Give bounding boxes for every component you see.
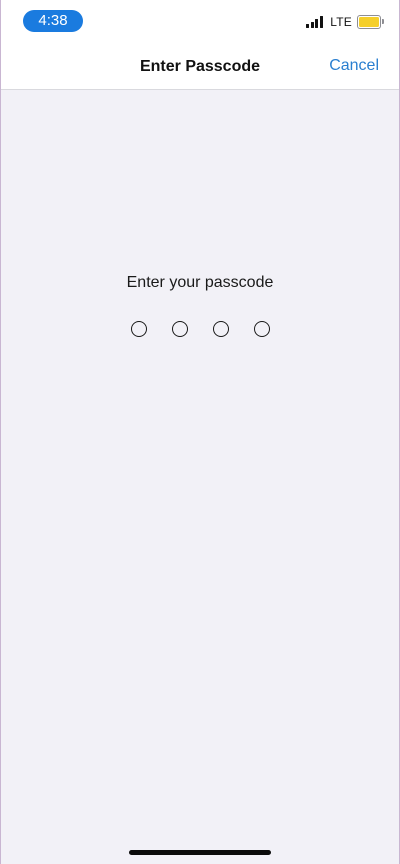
battery-level-fill <box>359 17 379 27</box>
passcode-prompt: Enter your passcode <box>126 274 274 291</box>
passcode-dot-2 <box>171 321 188 337</box>
network-type-label: LTE <box>330 15 352 29</box>
passcode-dot-3 <box>212 321 229 337</box>
cancel-button[interactable]: Cancel <box>329 57 379 75</box>
passcode-dot-4 <box>253 321 270 337</box>
cellular-signal-icon <box>306 16 324 28</box>
navigation-bar: Enter Passcode Cancel <box>1 44 399 90</box>
passcode-dot-1 <box>130 321 147 337</box>
passcode-screen: 4:38 LTE Enter Passcode Cancel Enter you… <box>0 0 400 864</box>
status-indicators: LTE <box>306 14 384 30</box>
passcode-dots[interactable] <box>1 321 399 337</box>
status-time[interactable]: 4:38 <box>23 10 83 32</box>
home-indicator[interactable] <box>129 850 271 855</box>
battery-icon <box>357 15 384 29</box>
status-bar: 4:38 LTE <box>1 0 399 44</box>
